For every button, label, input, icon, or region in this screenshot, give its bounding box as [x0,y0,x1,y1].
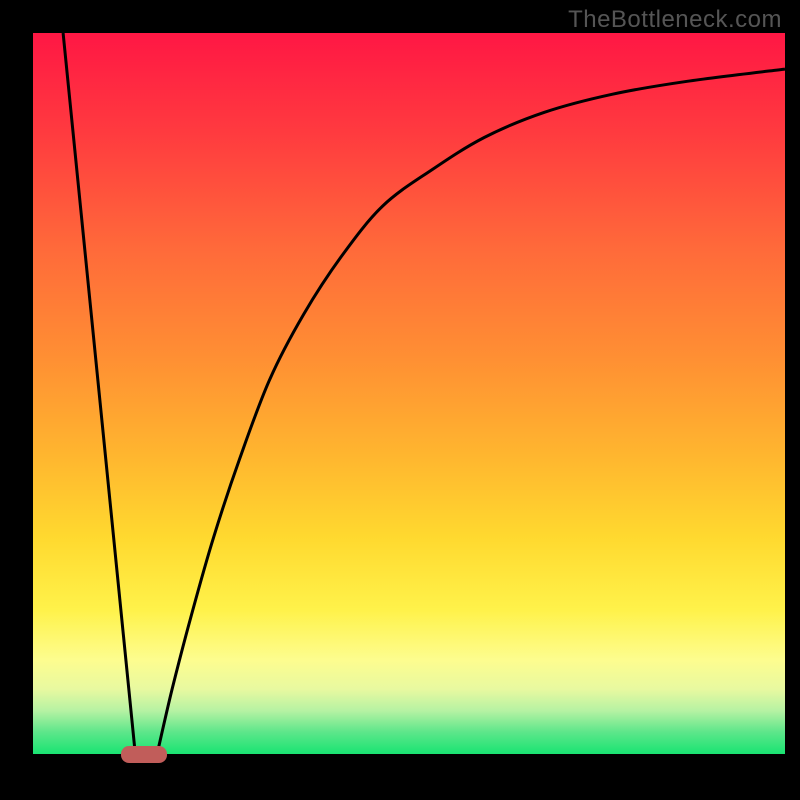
watermark-text: TheBottleneck.com [568,6,782,34]
bottleneck-marker [121,746,167,763]
chart-svg [33,33,785,754]
chart-bottom-band [33,754,785,793]
chart-plot-area [33,33,785,754]
chart-background [33,33,785,754]
